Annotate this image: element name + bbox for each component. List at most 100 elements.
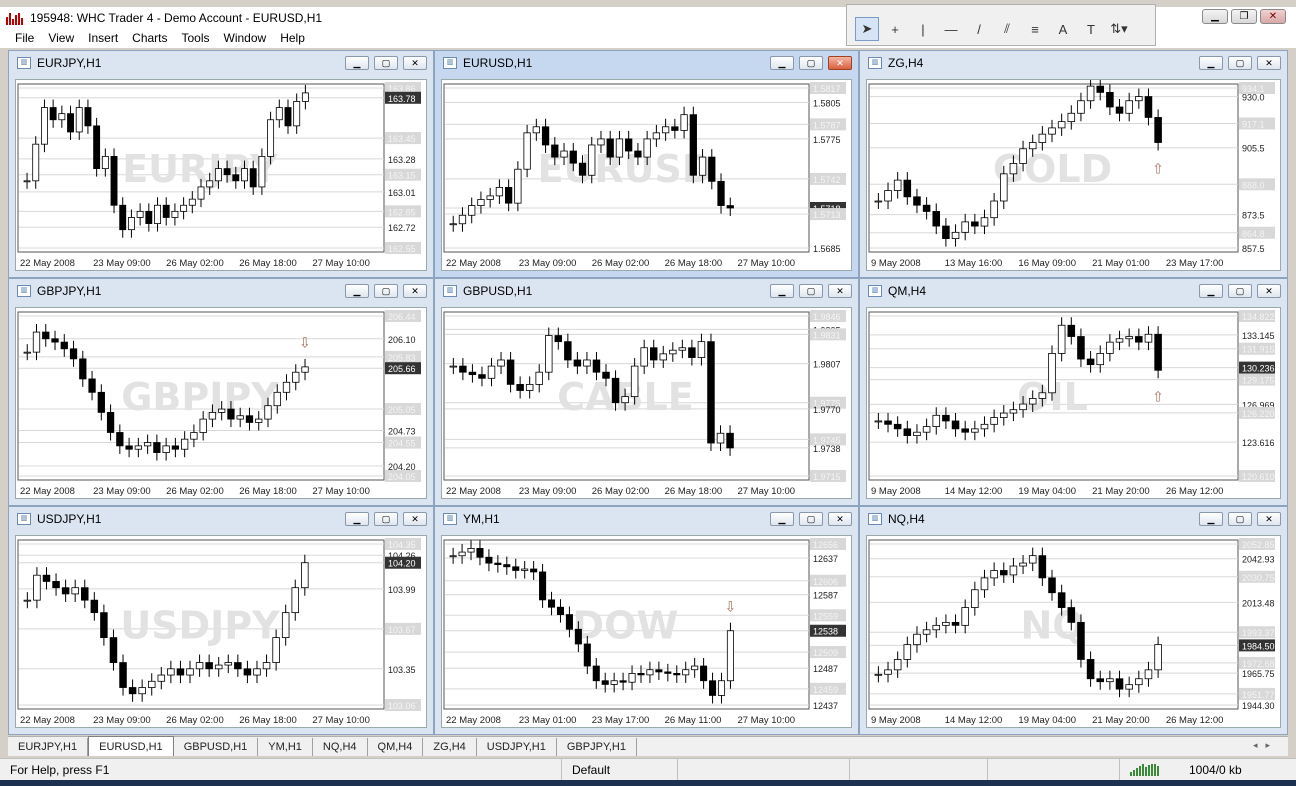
chart-window-gbpusd-h1[interactable]: ▥GBPUSD,H1▁▢✕1.98461.98351.98311.98071.9… xyxy=(434,278,859,506)
chart-window-eurjpy-h1[interactable]: ▥ EURJPY,H1 ▁ ▢ ✕ 163.86 163.78 163.45 163.28 163… xyxy=(8,50,434,278)
minimize-button[interactable]: ▁ xyxy=(1202,9,1228,24)
candle-body xyxy=(153,442,161,453)
chart-plot-area[interactable]: 12656 12637 12606 12587 12559 12538 12509 12487… xyxy=(441,535,852,728)
candle-body xyxy=(655,669,663,673)
chart-close-button[interactable]: ✕ xyxy=(1257,56,1281,70)
chart-plot-area[interactable]: 206.44 206.10 205.83 205.66 205.05 204.73 204.… xyxy=(15,307,427,499)
chart-maximize-button[interactable]: ▢ xyxy=(374,512,398,526)
equidistant-channel-tool-icon[interactable]: ⫽ xyxy=(995,17,1019,41)
chart-window-qm-h4[interactable]: ▥ QM,H4 ▁ ▢ ✕ 134.822 133.145 131.915 130.236 129… xyxy=(859,278,1288,506)
chart-plot-area[interactable]: 934.1 930.0 917.1 905.5 888.0 873.5 864.8 857.5… xyxy=(866,79,1281,271)
chart-minimize-button[interactable]: ▁ xyxy=(345,284,369,298)
chart-minimize-button[interactable]: ▁ xyxy=(1199,56,1223,70)
tab-ym-h1[interactable]: YM,H1 xyxy=(258,738,313,756)
tab-scroll-arrows-icon[interactable]: ◂▸ xyxy=(1253,740,1278,751)
chart-minimize-button[interactable]: ▁ xyxy=(1199,284,1223,298)
price-chart[interactable]: 134.822133.145131.915130.236129.175126.9… xyxy=(867,308,1281,499)
menu-file[interactable]: File xyxy=(8,31,41,45)
chart-minimize-button[interactable]: ▁ xyxy=(1199,512,1223,526)
restore-button[interactable]: ❐ xyxy=(1231,9,1257,24)
candle-body xyxy=(922,204,931,212)
chart-minimize-button[interactable]: ▁ xyxy=(345,512,369,526)
menu-help[interactable]: Help xyxy=(273,31,312,45)
price-axis-label: 2052.85 xyxy=(1242,540,1275,550)
chart-maximize-button[interactable]: ▢ xyxy=(799,56,823,70)
chart-maximize-button[interactable]: ▢ xyxy=(799,512,823,526)
chart-maximize-button[interactable]: ▢ xyxy=(799,284,823,298)
chart-minimize-button[interactable]: ▁ xyxy=(770,56,794,70)
candle-body xyxy=(619,680,627,683)
chart-window-zg-h4[interactable]: ▥ ZG,H4 ▁ ▢ ✕ 934.1 930.0 917.1 905.5 888.0 873.5 8… xyxy=(859,50,1288,278)
chart-minimize-button[interactable]: ▁ xyxy=(770,512,794,526)
text-tool-icon[interactable]: A xyxy=(1051,17,1075,41)
candle-body xyxy=(125,445,133,450)
chart-window-ym-h1[interactable]: ▥ YM,H1 ▁ ▢ ✕ 12656 12637 12606 12587 12559 12538 1… xyxy=(434,506,859,735)
price-chart[interactable]: 163.86163.78163.45163.28163.15163.01162.… xyxy=(16,80,427,271)
price-axis-label: 930.0 xyxy=(1242,93,1265,103)
tab-eurjpy-h1[interactable]: EURJPY,H1 xyxy=(8,738,89,756)
chart-close-button[interactable]: ✕ xyxy=(403,56,427,70)
menu-window[interactable]: Window xyxy=(217,31,274,45)
menu-tools[interactable]: Tools xyxy=(175,31,217,45)
tab-gbpjpy-h1[interactable]: GBPJPY,H1 xyxy=(557,738,637,756)
chart-close-button[interactable]: ✕ xyxy=(403,512,427,526)
chart-close-button[interactable]: ✕ xyxy=(828,512,852,526)
price-axis-label: 1.9846 xyxy=(813,312,841,322)
trendline-tool-icon[interactable]: / xyxy=(967,17,991,41)
toolbar-grip[interactable] xyxy=(847,5,1155,13)
chart-plot-area[interactable]: 1.58171.58051.57871.57751.57421.57181.57… xyxy=(441,79,852,271)
status-cell-empty-2 xyxy=(850,759,988,780)
cursor-tool-icon[interactable]: ➤ xyxy=(855,17,879,41)
chart-maximize-button[interactable]: ▢ xyxy=(1228,56,1252,70)
tab-zg-h4[interactable]: ZG,H4 xyxy=(423,738,477,756)
chart-window-gbpjpy-h1[interactable]: ▥ GBPJPY,H1 ▁ ▢ ✕ 206.44 206.10 205.83 205.66 205… xyxy=(8,278,434,506)
chart-maximize-button[interactable]: ▢ xyxy=(1228,284,1252,298)
horizontal-line-tool-icon[interactable]: — xyxy=(939,17,963,41)
chart-plot-area[interactable]: 134.822 133.145 131.915 130.236 129.175 126.9… xyxy=(866,307,1281,499)
price-chart[interactable]: 2052.85 2042.93 2030.75 2013.48 1993.37 1984.… xyxy=(867,536,1281,728)
candle-body xyxy=(874,420,883,423)
price-chart[interactable]: 12656 12637 12606 12587 12559 12538 12509 12487… xyxy=(442,536,852,728)
chart-minimize-button[interactable]: ▁ xyxy=(770,284,794,298)
menu-insert[interactable]: Insert xyxy=(81,31,125,45)
menu-view[interactable]: View xyxy=(41,31,81,45)
chart-window-eurusd-h1[interactable]: ▥ EURUSD,H1 ▁ ▢ ✕ 1.5817 1.5805 1.5787 1.5775 1.5… xyxy=(434,50,859,278)
chart-close-button[interactable]: ✕ xyxy=(828,284,852,298)
chart-maximize-button[interactable]: ▢ xyxy=(1228,512,1252,526)
price-chart[interactable]: 104.35104.26104.20103.99103.67103.35103.… xyxy=(16,536,427,728)
arrows-tool-icon[interactable]: ⇅▾ xyxy=(1107,17,1131,41)
candle-body xyxy=(646,669,654,676)
chart-close-button[interactable]: ✕ xyxy=(1257,284,1281,298)
candle-body xyxy=(23,180,31,183)
price-axis-label: 873.5 xyxy=(1242,211,1265,221)
chart-maximize-button[interactable]: ▢ xyxy=(374,284,398,298)
tab-usdjpy-h1[interactable]: USDJPY,H1 xyxy=(477,738,557,756)
fibonacci-tool-icon[interactable]: ≡ xyxy=(1023,17,1047,41)
chart-close-button[interactable]: ✕ xyxy=(828,56,852,70)
price-axis-label: 204.73 xyxy=(388,426,416,436)
chart-close-button[interactable]: ✕ xyxy=(1257,512,1281,526)
price-chart[interactable]: 934.1930.0917.1905.5888.0873.5864.8857.5… xyxy=(867,80,1281,271)
tab-gbpusd-h1[interactable]: GBPUSD,H1 xyxy=(174,738,259,756)
price-chart[interactable]: 1.58171.58051.57871.57751.57421.57181.57… xyxy=(442,80,852,271)
date-axis-label: 21 May 01:00 xyxy=(1092,258,1150,269)
vertical-line-tool-icon[interactable]: | xyxy=(911,17,935,41)
text-label-tool-icon[interactable]: T xyxy=(1079,17,1103,41)
crosshair-tool-icon[interactable]: + xyxy=(883,17,907,41)
chart-close-button[interactable]: ✕ xyxy=(403,284,427,298)
chart-minimize-button[interactable]: ▁ xyxy=(345,56,369,70)
price-chart[interactable]: 1.98461.98351.98311.98071.97751.97701.97… xyxy=(442,308,852,499)
price-chart[interactable]: 206.44 206.10 205.83205.66 205.05 204.73 204.… xyxy=(16,308,427,499)
chart-plot-area[interactable]: 163.86 163.78 163.45 163.28 163.15 163.01 162.… xyxy=(15,79,427,271)
tab-qm-h4[interactable]: QM,H4 xyxy=(368,738,424,756)
tab-nq-h4[interactable]: NQ,H4 xyxy=(313,738,368,756)
tab-eurusd-h1[interactable]: EURUSD,H1 xyxy=(88,736,174,756)
close-button[interactable]: ✕ xyxy=(1260,9,1286,24)
chart-plot-area[interactable]: 2052.85 2042.93 2030.75 2013.48 1993.37 1984.… xyxy=(866,535,1281,728)
chart-window-usdjpy-h1[interactable]: ▥ USDJPY,H1 ▁ ▢ ✕ 104.35 104.26 104.20 103.99 103… xyxy=(8,506,434,735)
chart-maximize-button[interactable]: ▢ xyxy=(374,56,398,70)
chart-window-nq-h4[interactable]: ▥ NQ,H4 ▁ ▢ ✕ 2052.85 2042.93 2030.75 2013.48 199… xyxy=(859,506,1288,735)
menu-charts[interactable]: Charts xyxy=(125,31,174,45)
chart-plot-area[interactable]: 104.35 104.26 104.20 103.99 103.67 103.35 103.… xyxy=(15,535,427,728)
chart-plot-area[interactable]: 1.98461.98351.98311.98071.97751.97701.97… xyxy=(441,307,852,499)
